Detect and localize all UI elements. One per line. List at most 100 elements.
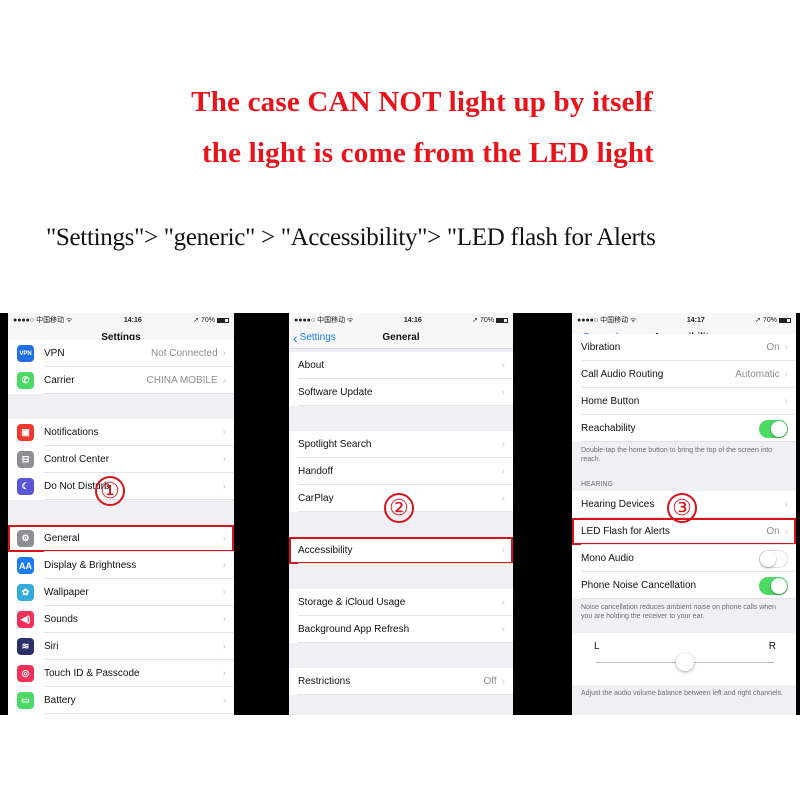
row-restrictions[interactable]: Restrictions Off › <box>289 668 513 695</box>
battery-status: ➚ 70% <box>472 316 508 324</box>
row-label: Storage & iCloud Usage <box>298 597 406 608</box>
gear-icon: ⚙ <box>17 530 34 547</box>
row-wallpaper[interactable]: ✿ Wallpaper › <box>8 579 234 606</box>
row-phone-noise-cancellation[interactable]: Phone Noise Cancellation <box>572 572 796 599</box>
balance-footnote: Adjust the audio volume balance between … <box>572 685 796 703</box>
instruction-path: "Settings"> "generic" > "Accessibility">… <box>46 224 656 251</box>
toggle-knob <box>771 577 787 594</box>
row-value: On <box>766 342 780 353</box>
row-accessibility[interactable]: Accessibility › <box>289 537 513 564</box>
row-value: Automatic <box>735 369 780 380</box>
clock: 14:16 <box>123 316 142 324</box>
sounds-icon: ◀) <box>17 611 34 628</box>
battery-level-icon <box>217 317 229 323</box>
step-marker-1: ① <box>95 476 125 506</box>
fingerprint-icon: ◎ <box>17 665 34 682</box>
row-siri[interactable]: ≋ Siri › <box>8 633 234 660</box>
row-label: Carrier <box>44 375 75 386</box>
row-display-brightness[interactable]: AA Display & Brightness › <box>8 552 234 579</box>
row-battery[interactable]: ▭ Battery › <box>8 687 234 714</box>
row-label: Handoff <box>298 466 333 477</box>
settings-list: VPN VPN Not Connected › ✆ Carrier CHINA MOBILE… <box>8 340 234 715</box>
row-handoff[interactable]: Handoff › <box>289 458 513 485</box>
chevron-right-icon: › <box>501 493 505 504</box>
row-value: On <box>766 526 780 537</box>
settings-screen: ●●●●○ 中国移动 ᯤ 14:16 ➚ 70% Settings VPN VPN… <box>8 313 234 715</box>
row-label: Reachability <box>581 423 636 434</box>
chevron-right-icon: › <box>501 545 505 556</box>
chevron-right-icon: › <box>784 499 788 510</box>
balance-slider-row: LR <box>572 633 796 685</box>
control-center-icon: ⊟ <box>17 451 34 468</box>
carrier-signal: ●●●●○ 中国移动 ᯤ <box>13 317 73 324</box>
row-label: Sounds <box>44 614 78 625</box>
row-label: Spotlight Search <box>298 439 372 450</box>
row-vibration[interactable]: Vibration On › <box>572 334 796 361</box>
chevron-right-icon: › <box>222 641 226 652</box>
step-marker-3: ③ <box>667 493 697 523</box>
toggle-switch[interactable] <box>759 549 788 568</box>
row-about[interactable]: About › <box>289 352 513 379</box>
row-label: Battery <box>44 695 76 706</box>
vpn-icon: VPN <box>17 345 34 362</box>
chevron-right-icon: › <box>222 348 226 359</box>
chevron-right-icon: › <box>222 614 226 625</box>
battery-icon: ▭ <box>17 692 34 709</box>
row-label: Restrictions <box>298 676 351 687</box>
row-sounds[interactable]: ◀) Sounds › <box>8 606 234 633</box>
row-software-update[interactable]: Software Update › <box>289 379 513 406</box>
chevron-right-icon: › <box>222 560 226 571</box>
chevron-right-icon: › <box>501 466 505 477</box>
row-general[interactable]: ⚙ General › <box>8 525 234 552</box>
chevron-right-icon: › <box>222 533 226 544</box>
phone-icon: ✆ <box>17 372 34 389</box>
row-notifications[interactable]: ▣ Notifications › <box>8 419 234 446</box>
row-spotlight-search[interactable]: Spotlight Search › <box>289 431 513 458</box>
noise-cancellation-footnote: Noise cancellation reduces ambient noise… <box>572 599 796 633</box>
toggle-switch[interactable] <box>759 576 788 595</box>
hearing-section-header: HEARING <box>572 469 796 491</box>
row-reachability[interactable]: Reachability <box>572 415 796 442</box>
back-button[interactable]: ‹ Settings <box>293 331 336 345</box>
balance-right-label: R <box>768 641 776 652</box>
carrier-signal: ●●●●○ 中国移动 ᯤ <box>577 317 637 324</box>
row-mono-audio[interactable]: Mono Audio <box>572 545 796 572</box>
nav-bar: ‹ Settings General <box>289 327 513 349</box>
chevron-right-icon: › <box>222 427 226 438</box>
status-bar: ●●●●○ 中国移动 ᯤ 14:16 ➚ 70% <box>8 313 234 327</box>
row-item[interactable]: › <box>8 714 234 715</box>
wallpaper-icon: ✿ <box>17 584 34 601</box>
row-background-app-refresh[interactable]: Background App Refresh › <box>289 616 513 643</box>
chevron-right-icon: › <box>222 695 226 706</box>
headline-line-2: the light is come from the LED light <box>201 137 655 169</box>
section-gap <box>8 394 234 419</box>
row-label: Background App Refresh <box>298 624 410 635</box>
chevron-right-icon: › <box>222 587 226 598</box>
row-touch-id-passcode[interactable]: ◎ Touch ID & Passcode › <box>8 660 234 687</box>
toggle-switch[interactable] <box>759 419 788 438</box>
row-label: Display & Brightness <box>44 560 137 571</box>
balance-left-label: L <box>594 641 600 652</box>
status-bar: ●●●●○ 中国移动 ᯤ 14:16 ➚ 70% <box>289 313 513 327</box>
row-value: CHINA MOBILE <box>146 375 218 386</box>
toggle-knob <box>760 550 776 567</box>
row-label: Control Center <box>44 454 110 465</box>
clock: 14:17 <box>686 316 705 324</box>
balance-slider-thumb[interactable] <box>676 653 694 671</box>
row-label: Home Button <box>581 396 640 407</box>
row-carrier[interactable]: ✆ Carrier CHINA MOBILE › <box>8 367 234 394</box>
chevron-right-icon: › <box>501 624 505 635</box>
page-title: General <box>382 332 420 343</box>
moon-icon: ☾ <box>17 478 34 495</box>
row-home-button[interactable]: Home Button › <box>572 388 796 415</box>
row-call-audio-routing[interactable]: Call Audio Routing Automatic › <box>572 361 796 388</box>
chevron-right-icon: › <box>501 676 505 687</box>
chevron-right-icon: › <box>222 481 226 492</box>
row-vpn[interactable]: VPN VPN Not Connected › <box>8 340 234 367</box>
reachability-footnote: Double-tap the home button to bring the … <box>572 442 796 469</box>
row-storage-icloud-usage[interactable]: Storage & iCloud Usage › <box>289 589 513 616</box>
row-control-center[interactable]: ⊟ Control Center › <box>8 446 234 473</box>
section-gap <box>289 695 513 715</box>
row-label: Mono Audio <box>581 553 634 564</box>
section-gap <box>289 406 513 431</box>
